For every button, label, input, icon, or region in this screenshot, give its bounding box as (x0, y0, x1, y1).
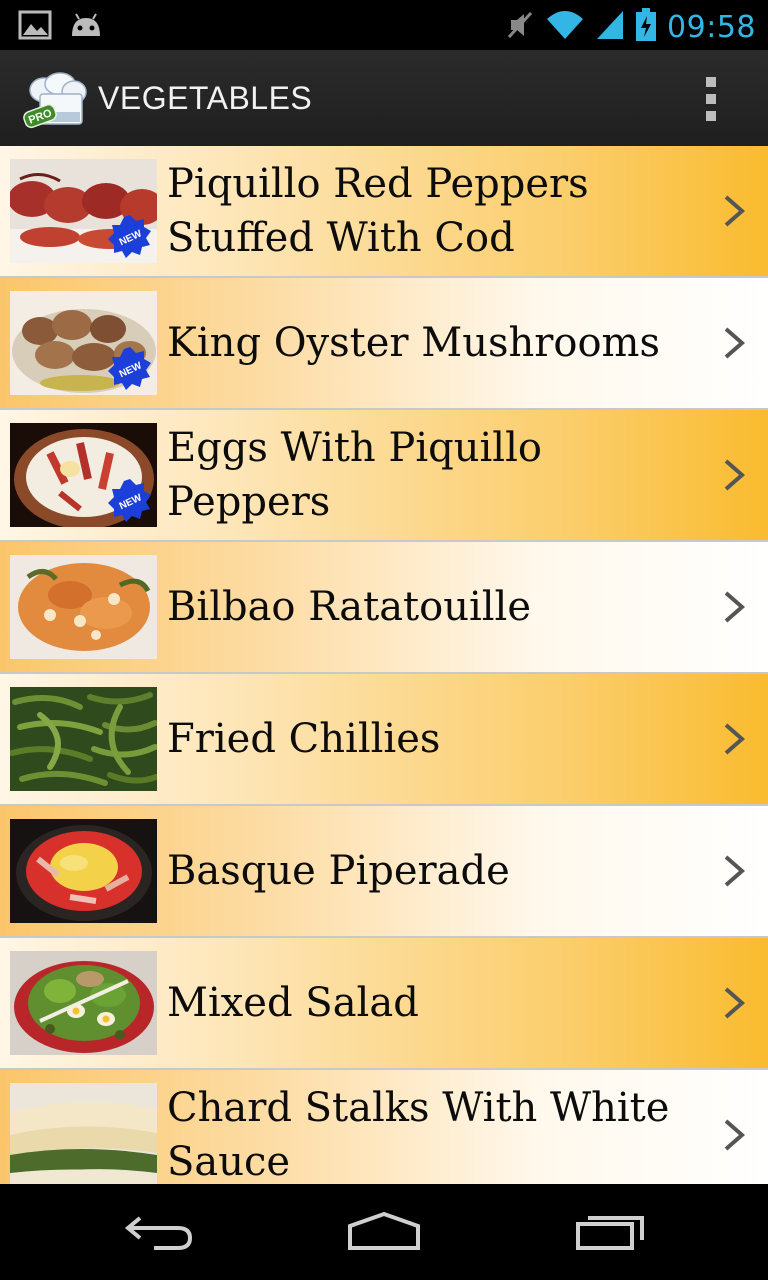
mixed-salad-photo (10, 951, 157, 1055)
recipe-title: Fried Chillies (167, 716, 441, 762)
recipe-title: Piquillo Red Peppers Stuffed With Cod (167, 161, 589, 261)
recipe-title: Eggs With Piquillo Peppers (167, 425, 542, 525)
status-bar: 09:58 (0, 0, 768, 50)
list-item[interactable]: Bilbao Ratatouille (0, 542, 768, 674)
list-item[interactable]: Fried Chillies (0, 674, 768, 806)
action-bar: PRO VEGETABLES (0, 50, 768, 148)
mushrooms-photo: NEW (10, 291, 157, 395)
list-item[interactable]: NEW Eggs With Piquillo Peppers (0, 410, 768, 542)
list-item[interactable]: NEW King Oyster Mushrooms (0, 278, 768, 410)
recent-apps-icon[interactable] (574, 1210, 648, 1258)
chevron-right-icon (720, 986, 748, 1020)
list-item[interactable]: Chard Stalks With White Sauce (0, 1070, 768, 1184)
clock: 09:58 (667, 9, 756, 45)
chevron-right-icon (720, 590, 748, 624)
list-item[interactable]: Basque Piperade (0, 806, 768, 938)
overflow-menu-icon[interactable] (696, 74, 726, 124)
list-item[interactable]: NEW Piquillo Red Peppers Stuffed With Co… (0, 146, 768, 278)
chard-stalks-photo (10, 1083, 157, 1184)
stuffed-peppers-photo: NEW (10, 159, 157, 263)
back-icon[interactable] (124, 1210, 196, 1258)
recipe-title: Basque Piperade (167, 848, 510, 894)
recipe-title: Mixed Salad (167, 980, 419, 1026)
chevron-right-icon (720, 458, 748, 492)
mute-icon (505, 9, 535, 45)
battery-charging-icon (635, 8, 657, 46)
chevron-right-icon (720, 326, 748, 360)
gallery-icon (18, 10, 52, 44)
list-item[interactable]: Mixed Salad (0, 938, 768, 1070)
eggs-peppers-photo: NEW (10, 423, 157, 527)
chevron-right-icon (720, 194, 748, 228)
chevron-right-icon (720, 854, 748, 888)
ratatouille-photo (10, 555, 157, 659)
recipe-title: King Oyster Mushrooms (167, 320, 661, 366)
navigation-bar (0, 1184, 768, 1280)
fried-chillies-photo (10, 687, 157, 791)
recipe-list[interactable]: NEW Piquillo Red Peppers Stuffed With Co… (0, 146, 768, 1184)
signal-icon (595, 9, 625, 45)
chef-hat-pro-icon[interactable]: PRO (22, 72, 88, 130)
page-title: VEGETABLES (98, 80, 313, 116)
home-icon[interactable] (346, 1210, 422, 1258)
chevron-right-icon (720, 722, 748, 756)
wifi-icon (545, 9, 585, 45)
android-icon (68, 10, 104, 44)
recipe-title: Bilbao Ratatouille (167, 584, 532, 630)
chevron-right-icon (720, 1118, 748, 1152)
recipe-title: Chard Stalks With White Sauce (167, 1085, 670, 1184)
piperade-photo (10, 819, 157, 923)
